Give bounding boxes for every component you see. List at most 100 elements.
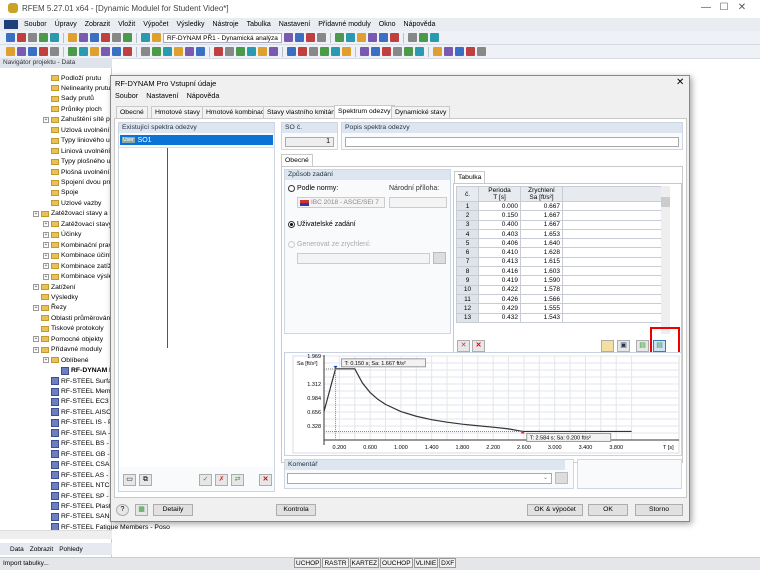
table-row[interactable]: 60.4101.628 [457,248,663,257]
menu-11[interactable]: Nápověda [404,21,436,28]
menu-0[interactable]: Soubor [24,21,47,28]
menu-8[interactable]: Nastavení [279,21,311,28]
dialog-menu-2[interactable]: Nápověda [187,91,220,100]
snap-rastr[interactable]: RASTR [322,558,348,568]
tree-item[interactable]: +Účinky [43,230,81,240]
toolbar-icon[interactable] [455,47,464,56]
tab-3[interactable]: Stavy vlastního kmitání [263,106,341,118]
tree-item[interactable]: +Pomocné objekty [33,334,103,344]
tree-item[interactable]: +Kombinace výsle [43,272,112,282]
ok-button[interactable]: OK [588,504,628,516]
table-row[interactable]: 110.4261.566 [457,294,663,303]
tree-item[interactable]: RF-STEEL Plastic [43,501,116,511]
expand-icon[interactable]: + [33,305,39,311]
accel-cell[interactable]: 0.667 [521,202,563,211]
toggle-check-icon[interactable]: ⇄ [231,474,244,486]
load-case-combo[interactable]: RF-DYNAM PŘ1 - Dynamická analýza [163,33,282,43]
toolbar-icon[interactable] [79,47,88,56]
toolbar-icon[interactable] [90,47,99,56]
toolbar-icon[interactable] [331,47,340,56]
annex-select[interactable] [389,197,447,208]
toolbar-icon[interactable] [360,47,369,56]
toolbar-icon[interactable] [258,47,267,56]
toolbar-icon[interactable] [17,47,26,56]
expand-icon[interactable]: + [43,253,49,259]
comment-edit-icon[interactable] [555,472,568,484]
maximize-button[interactable]: ☐ [716,2,732,14]
period-cell[interactable]: 0.426 [479,294,521,303]
uncheck-all-icon[interactable]: ✗ [215,474,228,486]
tab-5[interactable]: Dynamické stavy [391,106,450,118]
snap-kartez[interactable]: KARTEZ [350,558,380,568]
tree-item[interactable]: Spojení dvou pru [43,178,112,188]
toolbar-icon[interactable] [112,47,121,56]
tree-item[interactable]: Průniky ploch [43,104,102,114]
toolbar-icon[interactable] [79,33,88,42]
dialog-menu-0[interactable]: Soubor [115,91,138,100]
toolbar-icon[interactable] [284,33,293,42]
tree-item[interactable]: Podloží prutu [43,73,101,83]
accel-cell[interactable]: 1.555 [521,304,563,313]
toolbar-icon[interactable] [28,47,37,56]
toolbar-icon[interactable] [430,33,439,42]
toolbar-icon[interactable] [368,33,377,42]
expand-icon[interactable]: + [43,274,49,280]
tree-item[interactable]: +Zatěžovací stavy [43,219,112,229]
expand-icon[interactable]: + [33,336,39,342]
check-all-icon[interactable]: ✓ [199,474,212,486]
toolbar-icon[interactable] [68,33,77,42]
tree-item[interactable]: RF-STEEL IS - Pos [43,418,120,428]
tree-item[interactable]: RF-STEEL GB - Po [43,449,120,459]
navigator-tab-zobrazit[interactable]: Zobrazit [30,546,53,553]
tree-item[interactable]: Plošná uvolnění [43,167,109,177]
accel-select[interactable] [297,253,430,264]
table-row[interactable]: 40.4031.653 [457,229,663,238]
ok-calculate-button[interactable]: OK & výpočet [527,504,583,516]
tree-item[interactable]: Uzlová uvolnění [43,125,109,135]
toolbar-icon[interactable] [50,47,59,56]
toolbar-icon[interactable] [68,47,77,56]
export-excel-icon[interactable]: ▤ [636,340,649,352]
toolbar-icon[interactable] [152,47,161,56]
period-cell[interactable]: 0.406 [479,239,521,248]
delete-row-icon[interactable]: ✕ [457,340,470,352]
tree-item[interactable]: RF-DYNAM P [53,366,114,376]
menu-9[interactable]: Přídavné moduly [318,21,371,28]
tree-item[interactable]: Výsledky [33,292,78,302]
norm-select[interactable]: IBC 2018 - ASCE/SEI 7 [297,197,385,208]
toolbar-icon[interactable] [112,33,121,42]
tree-item[interactable]: Sady prutů [43,94,94,104]
menu-4[interactable]: Výpočet [143,21,168,28]
menu-5[interactable]: Výsledky [176,21,204,28]
expand-icon[interactable]: + [43,263,49,269]
tree-item[interactable]: Oblasti průměrování [33,313,112,323]
table-row[interactable]: 20.1501.667 [457,211,663,220]
accel-cell[interactable]: 1.578 [521,285,563,294]
tree-item[interactable]: Uzlové vazby [43,198,101,208]
details-button[interactable]: Detaily [153,504,193,516]
toolbar-icon[interactable] [393,47,402,56]
period-cell[interactable]: 0.429 [479,304,521,313]
delete-all-icon[interactable]: ✕ [472,340,485,352]
tree-item[interactable]: +Kombinační prav [43,240,112,250]
toolbar-icon[interactable] [408,33,417,42]
toolbar-icon[interactable] [320,47,329,56]
period-cell[interactable]: 0.422 [479,285,521,294]
tree-item[interactable]: Spoje [43,188,78,198]
delete-spectrum-icon[interactable]: ✕ [259,474,272,486]
spectrum-list-item[interactable]: User SO1 [120,135,273,145]
toolbar-icon[interactable] [390,33,399,42]
toolbar-icon[interactable] [295,33,304,42]
cancel-button[interactable]: Storno [635,504,683,516]
tree-item[interactable]: RF-STEEL Surface [43,376,119,386]
tab-1[interactable]: Hmotové stavy [151,106,204,118]
toolbar-icon[interactable] [309,47,318,56]
comment-input[interactable]: ⌄ [287,473,552,484]
expand-icon[interactable]: + [33,211,39,217]
table-row[interactable]: 130.4321.543 [457,313,663,322]
expand-icon[interactable]: + [43,242,49,248]
toolbar-icon[interactable] [357,33,366,42]
tree-item[interactable]: RF-STEEL NTC-DI [43,481,119,491]
open-file-icon[interactable] [601,340,614,352]
toolbar-icon[interactable] [101,33,110,42]
